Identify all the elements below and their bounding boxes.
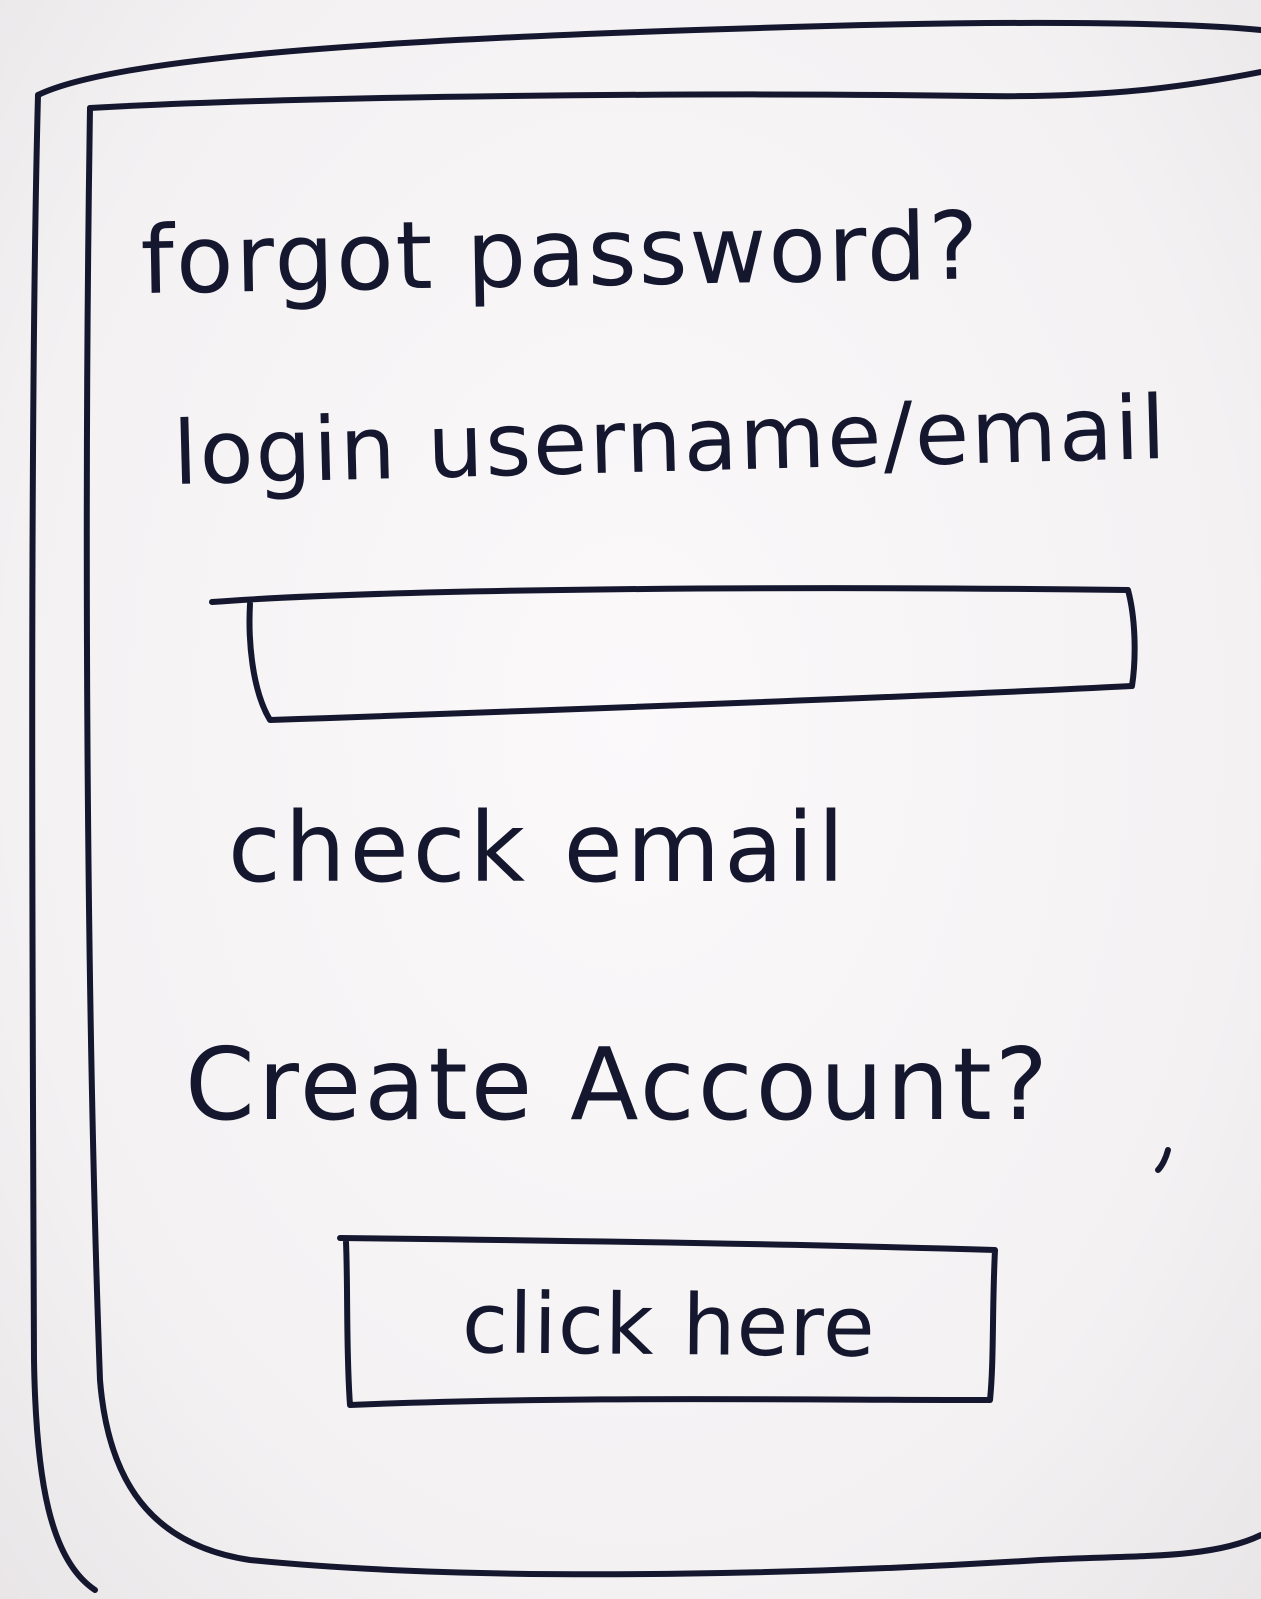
page-title: forgot password? bbox=[139, 192, 982, 316]
check-email-message: check email bbox=[228, 792, 849, 904]
click-here-button[interactable]: click here bbox=[345, 1245, 993, 1405]
username-email-input[interactable] bbox=[228, 596, 1132, 718]
frame-outer-top bbox=[35, 19, 1261, 98]
create-account-prompt: Create Account? bbox=[185, 1026, 1051, 1143]
click-here-label: click here bbox=[461, 1274, 877, 1376]
pen-tick bbox=[1155, 1147, 1171, 1173]
username-label: login username/email bbox=[171, 375, 1169, 505]
frame-inner-top bbox=[87, 69, 1261, 111]
